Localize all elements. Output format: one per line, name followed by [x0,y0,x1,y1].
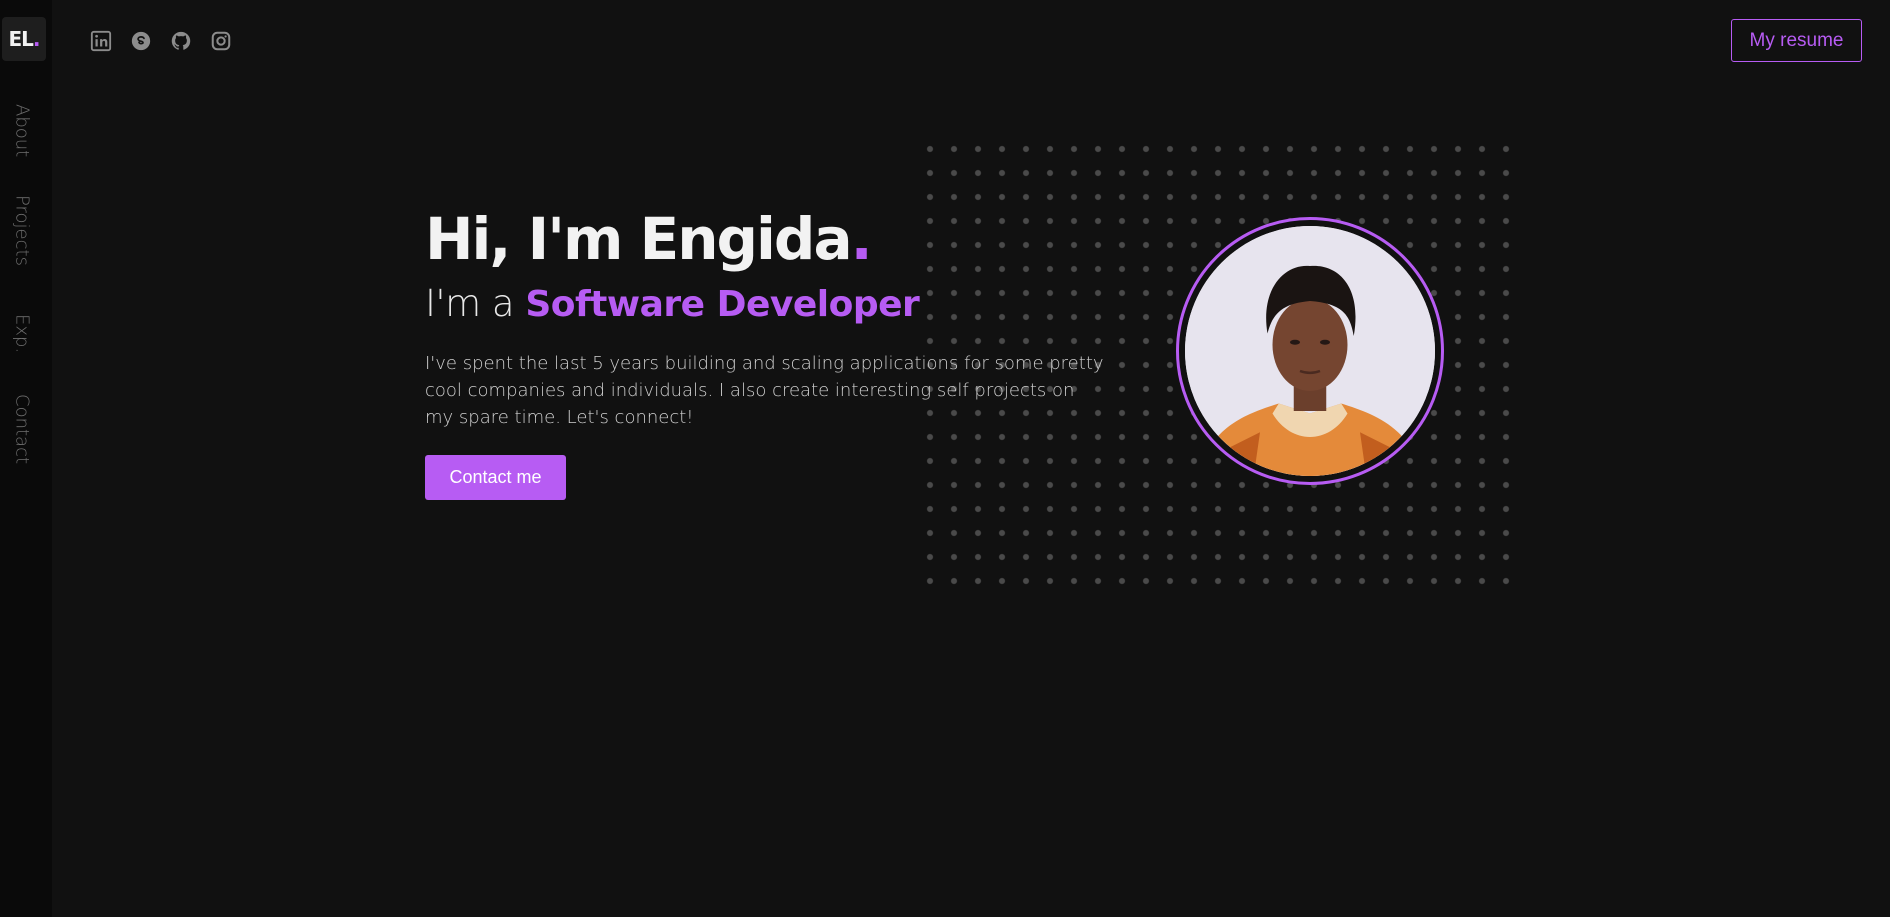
github-icon[interactable] [168,28,194,54]
skype-icon[interactable] [128,28,154,54]
role-title: Software Developer [525,284,920,325]
site-logo[interactable]: EL. [2,17,46,61]
sidebar-item-about[interactable]: About [8,104,36,157]
logo-dot: . [32,27,41,51]
linkedin-icon[interactable] [88,28,114,54]
avatar-frame [1176,217,1444,485]
role-prefix: I'm a [425,282,526,325]
sidebar-item-contact[interactable]: Contact [8,394,36,464]
hero-subtitle: I'm a Software Developer [425,282,920,325]
hero-greeting-dot: . [850,205,873,273]
sidebar-item-projects[interactable]: Projects [8,195,36,266]
logo-text: EL [8,27,33,51]
sidebar-item-exp[interactable]: Exp. [8,314,36,353]
instagram-icon[interactable] [208,28,234,54]
contact-button[interactable]: Contact me [425,455,566,500]
avatar [1185,226,1435,476]
hero-description: I've spent the last 5 years building and… [425,353,1104,428]
hero-greeting: Hi, I'm Engida [425,205,853,273]
resume-button[interactable]: My resume [1731,19,1862,62]
sidebar: EL. About Projects Exp. Contact [0,0,52,917]
hero-title: Hi, I'm Engida. [425,205,873,273]
